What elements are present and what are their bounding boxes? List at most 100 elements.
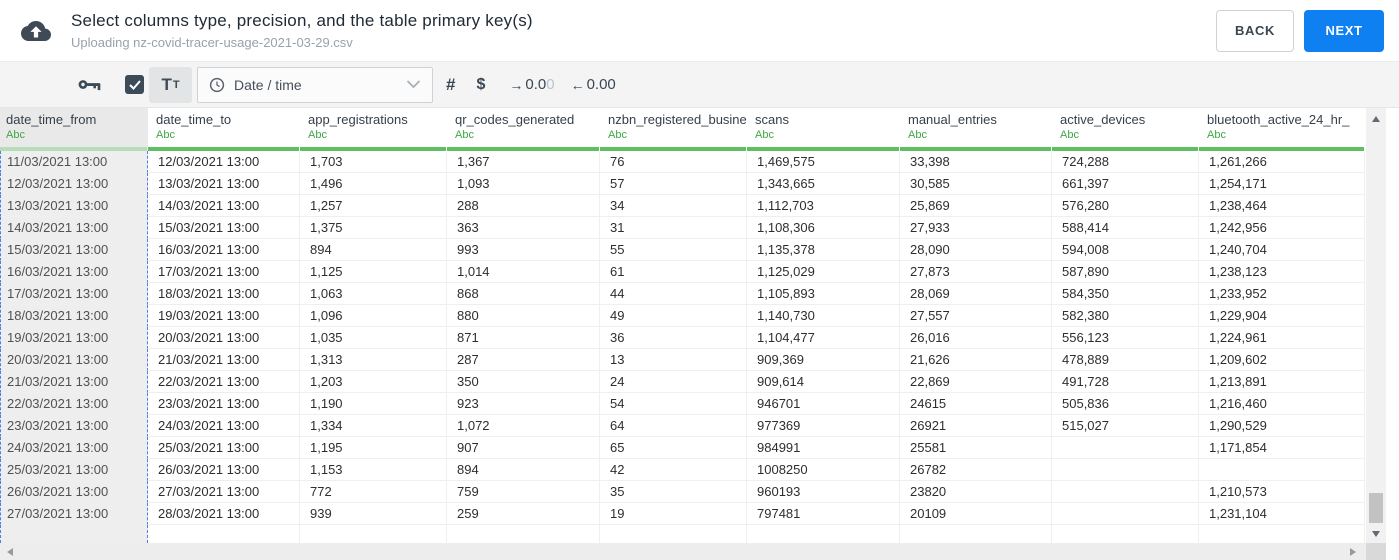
cell[interactable]: 21/03/2021 13:00 <box>148 349 300 371</box>
cell[interactable]: 13 <box>600 349 747 371</box>
cell[interactable]: 64 <box>600 415 747 437</box>
cell[interactable]: 984991 <box>747 437 900 459</box>
cell[interactable]: 1,290,529 <box>1199 415 1365 437</box>
cell[interactable]: 12/03/2021 13:00 <box>0 173 148 195</box>
cell[interactable]: 1,171,854 <box>1199 437 1365 459</box>
cell[interactable]: 288 <box>447 195 600 217</box>
number-type-button[interactable]: # <box>446 75 455 95</box>
cell[interactable]: 1,213,891 <box>1199 371 1365 393</box>
column-header-qr_codes_generated[interactable]: qr_codes_generated Abc <box>447 108 600 151</box>
cell[interactable]: 18/03/2021 13:00 <box>148 283 300 305</box>
cell[interactable]: 871 <box>447 327 600 349</box>
cell[interactable]: 44 <box>600 283 747 305</box>
cell[interactable]: 25/03/2021 13:00 <box>148 437 300 459</box>
scroll-up-arrow-icon[interactable] <box>1372 116 1380 122</box>
cell[interactable]: 894 <box>447 459 600 481</box>
cell[interactable]: 26782 <box>900 459 1052 481</box>
cell[interactable]: 27/03/2021 13:00 <box>0 503 148 525</box>
horizontal-scrollbar[interactable] <box>0 543 1366 560</box>
cell[interactable]: 661,397 <box>1052 173 1199 195</box>
cell[interactable]: 24 <box>600 371 747 393</box>
back-button[interactable]: BACK <box>1216 9 1294 52</box>
cell[interactable]: 33,398 <box>900 151 1052 173</box>
cell[interactable]: 26921 <box>900 415 1052 437</box>
cell[interactable]: 588,414 <box>1052 217 1199 239</box>
cell[interactable]: 15/03/2021 13:00 <box>0 239 148 261</box>
cell[interactable]: 25581 <box>900 437 1052 459</box>
cell[interactable]: 868 <box>447 283 600 305</box>
cell[interactable]: 1,334 <box>300 415 447 437</box>
cell[interactable]: 76 <box>600 151 747 173</box>
vertical-scrollbar[interactable] <box>1366 108 1386 543</box>
cell[interactable] <box>1052 459 1199 481</box>
cell[interactable]: 909,369 <box>747 349 900 371</box>
cell[interactable]: 907 <box>447 437 600 459</box>
cell[interactable]: 25,869 <box>900 195 1052 217</box>
cell[interactable]: 1,195 <box>300 437 447 459</box>
cell[interactable]: 1,224,961 <box>1199 327 1365 349</box>
cell[interactable]: 15/03/2021 13:00 <box>148 217 300 239</box>
cell[interactable]: 993 <box>447 239 600 261</box>
cell[interactable]: 1,240,704 <box>1199 239 1365 261</box>
cell[interactable]: 30,585 <box>900 173 1052 195</box>
next-button[interactable]: NEXT <box>1304 9 1384 52</box>
cell[interactable]: 21/03/2021 13:00 <box>0 371 148 393</box>
cell[interactable]: 19/03/2021 13:00 <box>148 305 300 327</box>
cell[interactable]: 55 <box>600 239 747 261</box>
cell[interactable]: 1008250 <box>747 459 900 481</box>
cell[interactable]: 505,836 <box>1052 393 1199 415</box>
cell[interactable]: 36 <box>600 327 747 349</box>
cell[interactable]: 1,367 <box>447 151 600 173</box>
column-header-manual_entries[interactable]: manual_entries Abc <box>900 108 1052 151</box>
cell[interactable]: 556,123 <box>1052 327 1199 349</box>
cell[interactable]: 1,108,306 <box>747 217 900 239</box>
cell[interactable]: 1,125 <box>300 261 447 283</box>
cell[interactable]: 11/03/2021 13:00 <box>0 151 148 173</box>
cell[interactable]: 1,261,266 <box>1199 151 1365 173</box>
cell[interactable]: 19 <box>600 503 747 525</box>
cell[interactable]: 49 <box>600 305 747 327</box>
cell[interactable]: 594,008 <box>1052 239 1199 261</box>
cell[interactable]: 1,229,904 <box>1199 305 1365 327</box>
cell[interactable]: 1,190 <box>300 393 447 415</box>
cell[interactable]: 42 <box>600 459 747 481</box>
column-header-scans[interactable]: scans Abc <box>747 108 900 151</box>
cell[interactable]: 1,238,123 <box>1199 261 1365 283</box>
cell[interactable]: 27,873 <box>900 261 1052 283</box>
column-header-app_registrations[interactable]: app_registrations Abc <box>300 108 447 151</box>
cell[interactable]: 20109 <box>900 503 1052 525</box>
cell[interactable]: 724,288 <box>1052 151 1199 173</box>
cell[interactable]: 1,093 <box>447 173 600 195</box>
cell[interactable]: 909,614 <box>747 371 900 393</box>
cell[interactable]: 14/03/2021 13:00 <box>148 195 300 217</box>
cell[interactable]: 16/03/2021 13:00 <box>0 261 148 283</box>
cell[interactable]: 587,890 <box>1052 261 1199 283</box>
cell[interactable]: 1,231,104 <box>1199 503 1365 525</box>
cell[interactable]: 1,703 <box>300 151 447 173</box>
cell[interactable]: 759 <box>447 481 600 503</box>
cell[interactable]: 363 <box>447 217 600 239</box>
cell[interactable]: 25/03/2021 13:00 <box>0 459 148 481</box>
include-column-checkbox[interactable] <box>125 75 144 94</box>
cell[interactable]: 977369 <box>747 415 900 437</box>
cell[interactable]: 21,626 <box>900 349 1052 371</box>
cell[interactable]: 1,203 <box>300 371 447 393</box>
cell[interactable]: 65 <box>600 437 747 459</box>
text-type-button[interactable]: T T <box>149 66 192 103</box>
cell[interactable]: 61 <box>600 261 747 283</box>
cell[interactable]: 1,210,573 <box>1199 481 1365 503</box>
cell[interactable]: 16/03/2021 13:00 <box>148 239 300 261</box>
cell[interactable]: 1,469,575 <box>747 151 900 173</box>
cell[interactable]: 478,889 <box>1052 349 1199 371</box>
cell[interactable]: 1,209,602 <box>1199 349 1365 371</box>
cell[interactable]: 1,375 <box>300 217 447 239</box>
cell[interactable]: 1,096 <box>300 305 447 327</box>
cell[interactable]: 1,125,029 <box>747 261 900 283</box>
scroll-right-arrow-icon[interactable] <box>1350 548 1356 556</box>
cell[interactable]: 350 <box>447 371 600 393</box>
cell[interactable]: 57 <box>600 173 747 195</box>
column-header-date_time_from[interactable]: date_time_from Abc <box>0 108 148 151</box>
cell[interactable]: 1,242,956 <box>1199 217 1365 239</box>
cell[interactable]: 939 <box>300 503 447 525</box>
cell[interactable]: 1,112,703 <box>747 195 900 217</box>
